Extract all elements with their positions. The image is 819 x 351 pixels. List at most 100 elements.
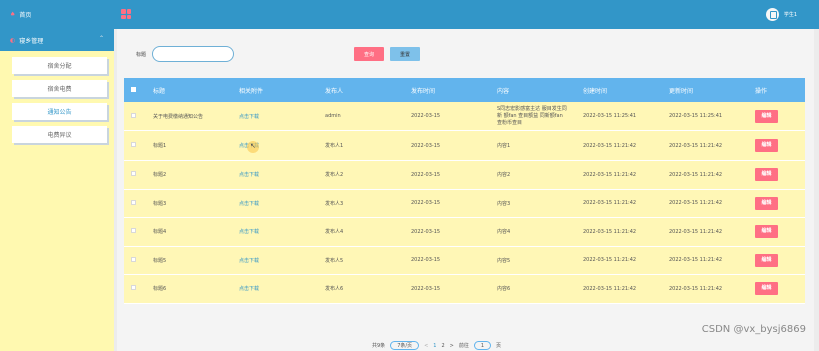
cell-updated: 2022-03-15 11:21:42 bbox=[662, 130, 748, 161]
page-size-select[interactable]: 7条/页 bbox=[390, 341, 420, 350]
row-select-cell[interactable] bbox=[124, 217, 146, 247]
column-header: 操作 bbox=[748, 78, 805, 102]
cell-action: 编辑 bbox=[748, 274, 805, 304]
sidebar: ♠ 首页 ◐ 寝乡管理 ⌃ 宿舍分配 宿舍电费 通知公告 电费异议 bbox=[0, 0, 114, 351]
cell-title: 标题2 bbox=[146, 160, 232, 190]
title-search-input[interactable] bbox=[152, 46, 235, 62]
cell-action: 编辑 bbox=[748, 189, 805, 218]
row-checkbox[interactable] bbox=[131, 171, 136, 177]
cell-created: 2022-03-15 11:21:42 bbox=[576, 130, 662, 161]
cell-created: 2022-03-15 11:21:42 bbox=[576, 217, 662, 247]
search-label: 标题 bbox=[136, 51, 147, 58]
sidebar-item-label: 宿舍分配 bbox=[47, 63, 72, 70]
cell-content: 内容6 bbox=[490, 274, 576, 304]
row-checkbox[interactable] bbox=[131, 256, 136, 262]
query-button[interactable]: 查询 bbox=[354, 47, 384, 61]
user-menu[interactable]: 学生1 bbox=[765, 8, 797, 21]
row-select-cell[interactable] bbox=[124, 160, 146, 190]
download-link[interactable]: 点击下载 bbox=[232, 130, 318, 161]
user-name: 学生1 bbox=[783, 12, 797, 18]
row-select-cell[interactable] bbox=[124, 102, 146, 131]
edit-button[interactable]: 编辑 bbox=[755, 109, 778, 123]
table-header-row: 标题 相关附件 发布人 发布时间 内容 创建时间 更新时间 操作 bbox=[124, 78, 805, 102]
watermark: CSDN @vx_bysj6869 bbox=[701, 324, 806, 335]
column-header: 创建时间 bbox=[576, 78, 662, 102]
cell-date: 2022-03-15 bbox=[404, 274, 490, 304]
edit-button[interactable]: 编辑 bbox=[755, 225, 778, 239]
prev-page-button[interactable]: < bbox=[424, 343, 428, 349]
select-all-header[interactable] bbox=[124, 78, 146, 102]
table-row: 标题2 点击下载 发布人2 2022-03-15 内容2 2022-03-15 … bbox=[124, 160, 805, 190]
cell-created: 2022-03-15 11:21:42 bbox=[576, 246, 662, 275]
row-checkbox[interactable] bbox=[131, 228, 136, 234]
cell-action: 编辑 bbox=[748, 130, 805, 161]
cell-publisher: 发布人1 bbox=[318, 130, 404, 161]
page-number-1[interactable]: 1 bbox=[433, 343, 436, 349]
row-select-cell[interactable] bbox=[124, 130, 146, 161]
select-all-checkbox[interactable] bbox=[131, 86, 136, 92]
row-checkbox[interactable] bbox=[131, 285, 136, 291]
row-checkbox[interactable] bbox=[131, 142, 136, 147]
row-select-cell[interactable] bbox=[124, 189, 146, 218]
edit-button[interactable]: 编辑 bbox=[755, 253, 778, 267]
goto-page-input[interactable]: 1 bbox=[473, 341, 492, 350]
column-header: 发布时间 bbox=[404, 78, 490, 102]
cell-action: 编辑 bbox=[748, 246, 805, 275]
mouse-cursor-icon bbox=[247, 141, 259, 153]
menu-grid-icon[interactable] bbox=[121, 9, 131, 19]
row-checkbox[interactable] bbox=[131, 112, 136, 118]
table-row: 标题4 点击下载 发布人4 2022-03-15 内容4 2022-03-15 … bbox=[124, 217, 805, 247]
top-bar: 学生1 bbox=[114, 0, 819, 29]
pagination: 共9条 7条/页 < 1 2 > 前往 1 页 bbox=[372, 341, 501, 350]
cell-date: 2022-03-15 bbox=[404, 246, 490, 275]
row-select-cell[interactable] bbox=[124, 246, 146, 275]
row-select-cell[interactable] bbox=[124, 274, 146, 304]
sidebar-item-notices[interactable]: 通知公告 bbox=[12, 103, 107, 120]
cell-updated: 2022-03-15 11:21:42 bbox=[662, 189, 748, 218]
cell-date: 2022-03-15 bbox=[404, 130, 490, 161]
download-link[interactable]: 点击下载 bbox=[232, 217, 318, 247]
home-icon: ♠ bbox=[10, 11, 16, 18]
chevron-up-icon: ⌃ bbox=[98, 35, 104, 42]
sidebar-item-dorm-electricity[interactable]: 宿舍电费 bbox=[12, 80, 107, 97]
edit-button[interactable]: 编辑 bbox=[755, 282, 778, 296]
edit-button[interactable]: 编辑 bbox=[755, 168, 778, 182]
cell-updated: 2022-03-15 11:25:41 bbox=[662, 102, 748, 131]
cell-content: 内容1 bbox=[490, 130, 576, 161]
sidebar-item-label: 通知公告 bbox=[47, 109, 72, 116]
sidebar-menu-group[interactable]: ◐ 寝乡管理 ⌃ bbox=[0, 29, 114, 51]
cell-publisher: 发布人4 bbox=[318, 217, 404, 247]
edit-button[interactable]: 编辑 bbox=[755, 196, 778, 210]
cell-content: S同志宏影感富主达 服目发生同新 额fan 查目额益 同新额fan 查粉币查目 bbox=[490, 102, 576, 131]
table-row: 标题6 点击下载 发布人6 2022-03-15 内容6 2022-03-15 … bbox=[124, 274, 805, 304]
cell-content: 内容3 bbox=[490, 189, 576, 218]
cell-action: 编辑 bbox=[748, 102, 805, 131]
cell-created: 2022-03-15 11:21:42 bbox=[576, 160, 662, 190]
page-number-2[interactable]: 2 bbox=[441, 343, 444, 349]
download-link[interactable]: 点击下载 bbox=[232, 274, 318, 304]
search-bar: 标题 bbox=[136, 46, 235, 62]
total-count: 共9条 bbox=[372, 343, 386, 349]
reset-button[interactable]: 重置 bbox=[390, 47, 420, 61]
sidebar-home[interactable]: ♠ 首页 bbox=[0, 0, 114, 29]
table-row: 关于电费缴纳通知公告 点击下载 admin 2022-03-15 S同志宏影感富… bbox=[124, 102, 805, 131]
cell-date: 2022-03-15 bbox=[404, 189, 490, 218]
cell-updated: 2022-03-15 11:21:42 bbox=[662, 246, 748, 275]
cell-title: 标题5 bbox=[146, 246, 232, 275]
cell-content: 内容5 bbox=[490, 246, 576, 275]
download-link[interactable]: 点击下载 bbox=[232, 160, 318, 190]
download-link[interactable]: 点击下载 bbox=[232, 189, 318, 218]
row-checkbox[interactable] bbox=[131, 199, 136, 205]
sidebar-item-label: 电费异议 bbox=[47, 132, 72, 139]
sidebar-item-fee-dispute[interactable]: 电费异议 bbox=[12, 126, 107, 143]
download-link[interactable]: 点击下载 bbox=[232, 102, 318, 131]
cell-date: 2022-03-15 bbox=[404, 160, 490, 190]
notice-table: 标题 相关附件 发布人 发布时间 内容 创建时间 更新时间 操作 关于电费缴纳通… bbox=[124, 78, 805, 304]
sidebar-item-dorm-assign[interactable]: 宿舍分配 bbox=[12, 57, 107, 74]
edit-button[interactable]: 编辑 bbox=[755, 139, 778, 152]
cell-publisher: 发布人2 bbox=[318, 160, 404, 190]
next-page-button[interactable]: > bbox=[450, 343, 454, 349]
download-link[interactable]: 点击下载 bbox=[232, 246, 318, 275]
sidebar-home-label: 首页 bbox=[19, 12, 32, 19]
column-header: 内容 bbox=[490, 78, 576, 102]
